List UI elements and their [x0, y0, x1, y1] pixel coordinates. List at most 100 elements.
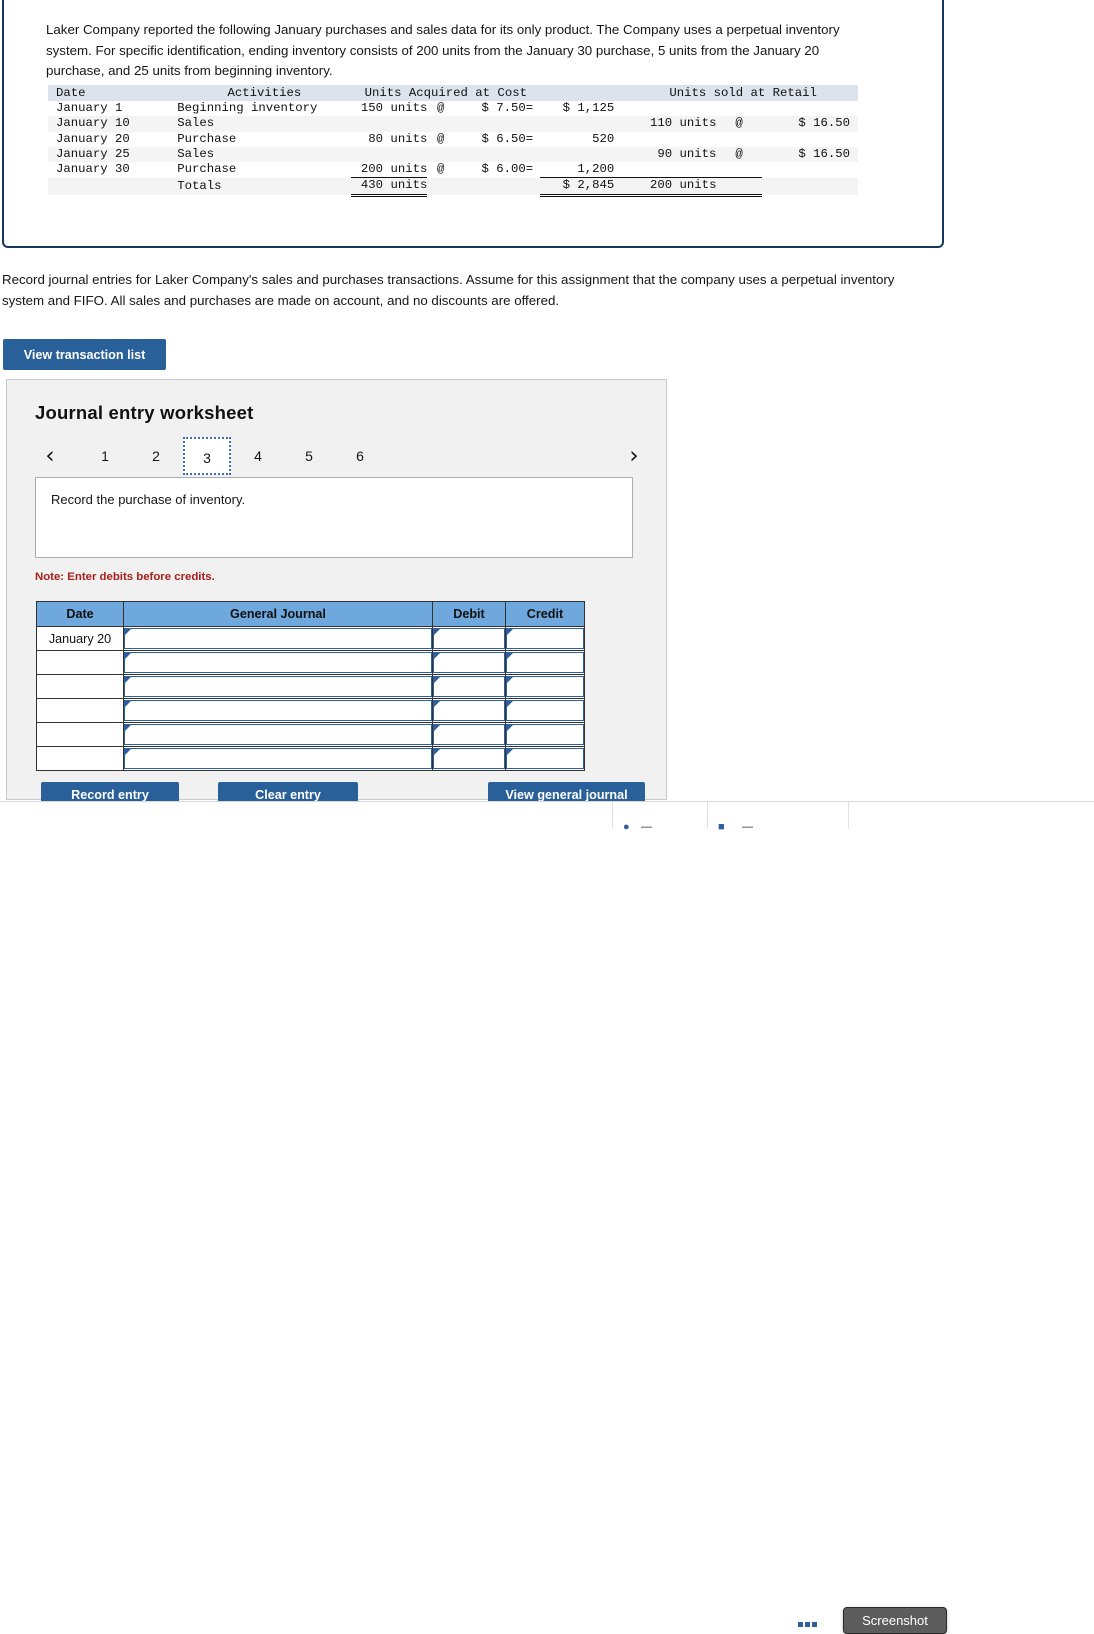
cell-units-acquired: 80 units [368, 131, 428, 146]
credit-input[interactable] [506, 628, 584, 649]
debit-input[interactable] [433, 748, 505, 769]
journal-cell-credit[interactable] [505, 722, 585, 747]
cell-units-sold: 110 units [650, 116, 717, 131]
cell-at-symbol: @ [436, 101, 445, 115]
cell-date: January 20 [56, 131, 130, 146]
cell-totals-gap3 [526, 178, 540, 195]
toolbar-group-right[interactable] [707, 802, 849, 829]
journal-cell-debit[interactable] [432, 698, 506, 723]
tab-entry-2[interactable]: 2 [132, 437, 180, 475]
cell-totals-gap1 [427, 178, 454, 195]
cell-total-cost: 1,200 [540, 162, 629, 179]
journal-cell-account[interactable] [123, 698, 433, 723]
journal-cell-account[interactable] [123, 650, 433, 675]
journal-cell-debit[interactable] [432, 674, 506, 699]
journal-cell-credit[interactable] [505, 698, 585, 723]
tab-entry-6[interactable]: 6 [336, 437, 384, 475]
tab-entry-1[interactable]: 1 [81, 437, 129, 475]
cell-equals: = [525, 131, 534, 146]
journal-col-header-debit: Debit [432, 601, 506, 627]
screenshot-tooltip: Screenshot [843, 1607, 947, 1634]
journal-cell-date [36, 746, 124, 771]
debit-input[interactable] [433, 724, 505, 745]
journal-cell-account[interactable] [123, 722, 433, 747]
journal-entry-table: Date General Journal Debit Credit Januar… [36, 601, 585, 771]
journal-cell-account[interactable] [123, 674, 433, 699]
more-options-icon[interactable] [798, 1622, 818, 1628]
debit-input[interactable] [433, 628, 505, 649]
data-table-header-row: Date Activities Units Acquired at Cost U… [48, 85, 858, 101]
cell-date: January 10 [56, 116, 130, 131]
inventory-data-table: Date Activities Units Acquired at Cost U… [48, 85, 858, 197]
journal-cell-debit[interactable] [432, 722, 506, 747]
prev-entry-chevron-icon[interactable]: ‹ [37, 441, 63, 471]
account-input[interactable] [124, 676, 432, 697]
cell-at-symbol: @ [436, 162, 445, 177]
debit-input[interactable] [433, 652, 505, 673]
credit-input[interactable] [506, 724, 584, 745]
cell-activity: Beginning inventory [177, 101, 318, 115]
journal-col-header-credit: Credit [505, 601, 585, 627]
journal-cell-credit[interactable] [505, 746, 585, 771]
entry-instruction-text: Record the purchase of inventory. [51, 492, 246, 507]
tab-entry-5[interactable]: 5 [285, 437, 333, 475]
cell-retail-price [762, 162, 858, 178]
account-input[interactable] [124, 652, 432, 673]
cell-equals: = [525, 101, 534, 115]
cell-equals [526, 116, 540, 131]
table-row: January 10 Sales 110 units @ $ 16.50 [48, 116, 858, 132]
problem-intro-text: Laker Company reported the following Jan… [46, 22, 840, 78]
journal-col-header-date: Date [36, 601, 124, 627]
account-input[interactable] [124, 748, 432, 769]
tab-entry-3[interactable]: 3 [183, 437, 231, 475]
cell-units-sold [628, 132, 716, 147]
cell-unit-cost [454, 147, 526, 162]
credit-input[interactable] [506, 748, 584, 769]
browser-bottom-toolbar: ● — ■ — Screenshot [0, 802, 1094, 1634]
credit-input[interactable] [506, 700, 584, 721]
cell-total-cost: $ 1,125 [562, 101, 615, 115]
cell-total-cost: 520 [592, 131, 615, 146]
journal-cell-debit[interactable] [432, 650, 506, 675]
journal-row [36, 650, 585, 675]
journal-row [36, 722, 585, 747]
requirement-text: Record journal entries for Laker Company… [2, 272, 895, 308]
cell-activity: Sales [177, 146, 215, 161]
cell-at-symbol-retail [716, 101, 761, 116]
journal-cell-credit[interactable] [505, 626, 585, 651]
cell-equals [526, 147, 540, 162]
journal-cell-debit[interactable] [432, 746, 506, 771]
person-icon: ● [623, 821, 630, 833]
col-header-units-acquired-at-cost: Units Acquired at Cost [351, 85, 541, 101]
journal-cell-account[interactable] [123, 746, 433, 771]
table-row: January 20 Purchase 80 units @ $ 6.50 = … [48, 131, 858, 147]
view-transaction-list-button[interactable]: View transaction list [3, 339, 166, 370]
journal-cell-date [36, 674, 124, 699]
journal-row [36, 746, 585, 771]
credit-input[interactable] [506, 652, 584, 673]
account-input[interactable] [124, 700, 432, 721]
cell-totals-cost: $ 2,845 [540, 177, 629, 197]
cell-at-symbol [427, 116, 454, 131]
debit-input[interactable] [433, 700, 505, 721]
account-input[interactable] [124, 628, 432, 649]
journal-row [36, 674, 585, 699]
journal-cell-date: January 20 [36, 626, 124, 651]
cell-date: January 30 [56, 162, 130, 177]
cell-activity: Purchase [177, 162, 237, 177]
worksheet-tab-strip: ‹ 1 2 3 4 5 6 › [29, 437, 647, 477]
journal-cell-account[interactable] [123, 626, 433, 651]
debit-input[interactable] [433, 676, 505, 697]
cell-at-symbol-retail: @ [735, 116, 743, 131]
journal-cell-credit[interactable] [505, 674, 585, 699]
credit-input[interactable] [506, 676, 584, 697]
journal-cell-debit[interactable] [432, 626, 506, 651]
cell-totals-label: Totals [177, 178, 222, 193]
cell-at-symbol-retail [716, 132, 761, 147]
cell-unit-cost: $ 7.50 [481, 101, 526, 115]
tab-entry-4[interactable]: 4 [234, 437, 282, 475]
account-input[interactable] [124, 724, 432, 745]
next-entry-chevron-icon[interactable]: › [621, 441, 647, 471]
journal-cell-credit[interactable] [505, 650, 585, 675]
cell-totals-gap4 [716, 177, 762, 197]
